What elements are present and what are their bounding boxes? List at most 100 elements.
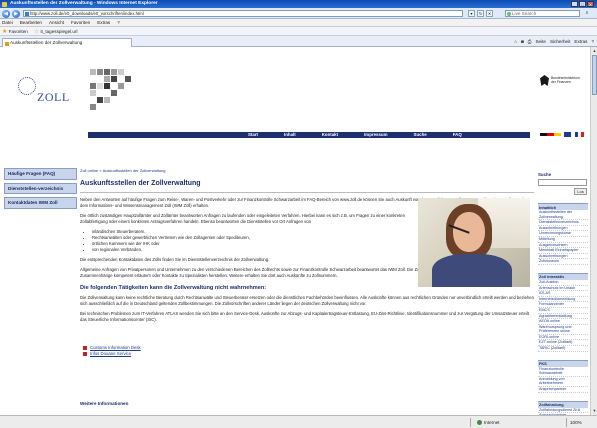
search-go-icon[interactable]: ⌕ [583,10,591,17]
search-label: Suche [538,172,552,177]
responsibility-paragraph: Die örtlich zuständigen Hauptzollämter u… [80,212,405,224]
favorites-item[interactable]: ☆ it_tagesspiegel.url [34,27,78,35]
menu-bar: Datei Bearbeiten Ansicht Favoriten Extra… [0,19,597,27]
inquirer-list: inländischen Steuerberatern, Rechtsanwäl… [80,229,410,253]
scroll-down-icon[interactable]: ▼ [592,408,597,414]
command-page[interactable]: Seite [535,38,545,46]
refresh-icon[interactable]: ↻ [477,10,484,17]
page-title: Auskunftsstellen der Zollverwaltung [80,180,201,187]
maximize-button[interactable]: □ [579,1,586,7]
tab-auskunftsstellen[interactable]: Auskunftsstellen der Zollverwaltung [2,38,132,47]
print-icon[interactable]: ⎙ [528,38,532,46]
back-button[interactable]: ◀ [2,9,10,18]
leftnav-faq[interactable]: Häufige Fragen (FAQ) [4,168,77,180]
technical-paragraph: Bei technischen Problemen zum IT-Verfahr… [80,310,529,322]
ministry-label: Bundesministerium der Finanzen [551,76,580,84]
scroll-up-icon[interactable]: ▲ [592,48,597,54]
live-search-input[interactable]: Live Search [505,10,580,17]
ministry-logo[interactable]: Bundesministerium der Finanzen [540,75,586,103]
live-search-placeholder: Live Search [512,11,537,16]
menu-file[interactable]: Datei [2,19,13,26]
favorites-button[interactable]: ★ Favoriten [2,27,28,35]
sidebar-section: Zoll interaktiv Zoll-Auktion Artenschutz i… [538,272,588,352]
sidebar-link[interactable]: Ansprechpartner [538,387,588,393]
sidebar-link[interactable]: Anmeldung von Arbeitnehmern [538,377,588,388]
sidebar-link[interactable]: Warenursprung und Präferenzen online [538,325,588,335]
window-title: Auskunftsstellen der Zollverwaltung - Wi… [10,1,158,6]
french-flag-icon[interactable] [575,132,584,137]
fr-flag-icon [83,351,87,356]
sidebar-section: FKS Finanzkontrolle Schwarzarbeit Anmeldun… [538,359,588,393]
vertical-scrollbar[interactable]: ▲ ▼ [590,47,597,415]
sidebar-section-title: Zoll interaktiv [538,272,588,280]
menu-tools[interactable]: Extras [97,19,110,26]
window-titlebar: Auskunftsstellen der Zollverwaltung - Wi… [0,0,597,8]
nav-suche[interactable]: Suche [414,132,427,138]
nav-kontakt[interactable]: Kontakt [322,132,338,138]
logo-text: ZOLL [37,90,70,104]
zoll-logo[interactable]: ZOLL [4,63,74,118]
info-links: Customs Information Desk Infos Douane Se… [83,345,534,357]
add-favorite-icon: ☆ [33,29,40,35]
top-navigation: Start Inhalt Kontakt Impressum Suche FAQ [88,132,530,138]
leftnav-iwm-zoll[interactable]: Kontaktdaten IWM Zoll [4,197,77,209]
site-header: ZOLL Bundesministerium der Finanzen Star… [0,47,590,142]
favorites-bar: ★ Favoriten ☆ it_tagesspiegel.url [0,27,597,36]
help-icon[interactable]: ? [591,38,594,46]
star-icon: ★ [2,29,8,35]
sidebar-section-title: Zollfahndung [538,400,588,408]
divider [80,192,534,193]
sidebar-link[interactable]: Finanzkontrolle Schwarzarbeit [538,367,588,377]
zoom-level[interactable]: 100% [570,419,582,426]
menu-edit[interactable]: Bearbeiten [20,19,42,26]
sidebar-link[interactable]: Auskunftsstellen der Zollverwaltung [538,210,588,221]
limitations-paragraph: Die Zollverwaltung kann keine rechtliche… [80,294,534,306]
menu-help[interactable]: ? [117,19,120,26]
command-tools[interactable]: Extras [574,38,587,46]
sidebar-section: ZollfahndungZollfahndungsdienst ZKAAnspr… [538,400,588,415]
page-icon [25,12,29,16]
ie-app-icon [2,1,7,7]
command-security[interactable]: Sicherheit [550,38,570,46]
sidebar-section: Inhaltlich Auskunftsstellen der Zollverwa… [538,203,588,265]
sidebar-section-title: FKS [538,359,588,367]
rss-icon[interactable]: ◙ [521,38,524,46]
search-button[interactable]: Los [574,188,587,195]
address-bar-row: ◀ ▶ http://www.zoll.de/e0_downloads/e0_v… [0,8,597,19]
address-field[interactable]: http://www.zoll.de/e0_downloads/e0_vorsc… [23,10,463,17]
stop-icon[interactable]: ✕ [486,10,493,17]
sidebar-link[interactable]: TARIC (Zolltarif) [538,346,588,352]
security-zone: Internet [477,419,500,426]
list-item: von regionalen Verbänden. [92,247,410,253]
minimize-button[interactable]: _ [571,1,578,7]
eagle-icon [540,75,549,86]
right-sidebar: Suche Los Inhaltlich Auskunftsstellen der… [538,168,588,415]
left-navigation: Häufige Fragen (FAQ) Dienststellen-verze… [4,168,77,212]
close-button[interactable]: X [587,1,594,7]
nav-faq[interactable]: FAQ [453,132,462,138]
german-flag-icon[interactable] [540,133,561,136]
eu-stars-icon [18,77,36,95]
uk-flag-icon [83,345,87,350]
breadcrumb[interactable]: Zoll online > Auskunftsstellen der Zollv… [80,168,534,173]
eu-flag-icon[interactable] [564,132,571,137]
menu-favorites[interactable]: Favoriten [71,19,90,26]
nav-impressum[interactable]: Impressum [364,132,387,138]
live-search-icon [507,12,511,16]
header-mosaic [90,69,150,113]
site-search-input[interactable] [538,179,587,186]
nav-inhalt[interactable]: Inhalt [284,132,296,138]
globe-icon [477,420,482,426]
home-icon[interactable]: ⌂ [514,38,517,46]
link-infos-douane[interactable]: Infos Douane Service [83,351,534,357]
dropdown-arrow-icon[interactable]: ▾ [468,10,475,17]
leftnav-dienststellen[interactable]: Dienststellen-verzeichnis [4,182,77,194]
site-favicon [5,41,9,46]
sidebar-link[interactable]: Zollmuseum [538,259,588,265]
forward-button[interactable]: ▶ [12,9,20,18]
further-info-heading: Weitere Informationen [80,400,129,406]
nav-start[interactable]: Start [248,132,258,138]
scroll-thumb[interactable] [592,55,597,95]
page-viewport[interactable]: ZOLL Bundesministerium der Finanzen Star… [0,47,590,415]
menu-view[interactable]: Ansicht [49,19,64,26]
